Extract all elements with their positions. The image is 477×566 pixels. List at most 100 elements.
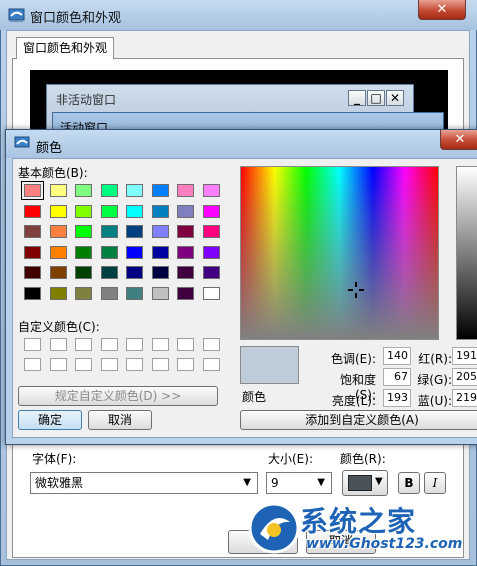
preview-inactive-title: 非活动窗口 — [56, 93, 117, 107]
bold-button[interactable]: B — [398, 472, 420, 494]
basic-color-swatch[interactable] — [100, 245, 118, 259]
custom-color-swatch[interactable] — [49, 358, 67, 371]
basic-color-swatch[interactable] — [75, 245, 92, 259]
basic-color-swatch[interactable] — [177, 266, 194, 279]
color-dialog-close-button[interactable]: ✕ — [440, 130, 477, 150]
basic-color-swatch[interactable] — [151, 286, 169, 300]
color-cancel-button[interactable]: 取消 — [88, 410, 152, 430]
basic-color-swatch[interactable] — [75, 225, 92, 238]
custom-color-swatch[interactable] — [24, 338, 41, 351]
color-ok-button[interactable]: 确定 — [18, 410, 82, 430]
basic-color-swatch[interactable] — [21, 181, 44, 200]
basic-color-swatch[interactable] — [126, 225, 143, 238]
custom-color-swatch[interactable] — [100, 358, 118, 371]
font-select[interactable]: 微软雅黑 ▼ — [30, 472, 258, 494]
basic-color-swatch[interactable] — [24, 225, 41, 238]
basic-color-swatch[interactable] — [24, 204, 41, 218]
add-to-custom-colors-button[interactable]: 添加到自定义颜色(A) — [240, 410, 477, 430]
basic-color-swatch[interactable] — [151, 245, 169, 259]
basic-color-swatch[interactable] — [24, 245, 41, 259]
basic-color-swatch[interactable] — [49, 225, 67, 238]
color-preview-swatch — [240, 346, 299, 384]
green-input[interactable]: 205 — [452, 368, 477, 386]
chevron-down-icon: ▼ — [317, 477, 325, 488]
custom-color-swatch[interactable] — [49, 338, 67, 351]
custom-color-swatch[interactable] — [100, 338, 118, 351]
basic-color-swatch[interactable] — [100, 184, 118, 197]
custom-color-swatch[interactable] — [202, 338, 220, 351]
basic-color-swatch[interactable] — [100, 204, 118, 218]
basic-color-swatch[interactable] — [75, 266, 92, 279]
watermark-logo-icon — [248, 502, 300, 554]
basic-color-swatch[interactable] — [202, 204, 220, 218]
green-label: 绿(G): — [417, 373, 452, 387]
hue-label: 色调(E): — [331, 352, 376, 366]
luminance-slider[interactable] — [456, 166, 477, 340]
custom-color-swatch[interactable] — [151, 358, 169, 371]
italic-button[interactable]: I — [424, 472, 446, 494]
basic-color-swatch[interactable] — [202, 184, 220, 197]
custom-color-swatch[interactable] — [202, 358, 220, 371]
custom-color-swatch[interactable] — [24, 358, 41, 371]
basic-color-swatch[interactable] — [177, 225, 194, 238]
basic-color-swatch[interactable] — [24, 266, 41, 279]
custom-colors-label: 自定义颜色(C): — [18, 320, 100, 334]
basic-color-swatch[interactable] — [202, 286, 220, 300]
preview-close-icon: ✕ — [386, 90, 404, 106]
chevron-down-icon: ▼ — [243, 477, 251, 488]
size-select[interactable]: 9 ▼ — [266, 472, 332, 494]
custom-color-swatch[interactable] — [151, 338, 169, 351]
basic-color-swatch[interactable] — [24, 286, 41, 300]
basic-color-swatch[interactable] — [151, 184, 169, 197]
watermark-brand: 系统之家 — [300, 505, 417, 538]
red-input[interactable]: 191 — [452, 347, 477, 365]
basic-colors-label: 基本颜色(B): — [18, 166, 88, 180]
custom-color-swatch[interactable] — [75, 338, 92, 351]
custom-color-swatch[interactable] — [177, 338, 194, 351]
basic-color-swatch[interactable] — [126, 286, 143, 300]
custom-color-swatch[interactable] — [126, 358, 143, 371]
color-dialog-title: 颜色 — [36, 141, 63, 156]
basic-color-swatch[interactable] — [49, 204, 67, 218]
basic-color-swatch[interactable] — [100, 286, 118, 300]
basic-color-swatch[interactable] — [49, 245, 67, 259]
basic-color-swatch[interactable] — [202, 225, 220, 238]
color-spectrum[interactable] — [240, 166, 439, 340]
basic-color-swatch[interactable] — [75, 286, 92, 300]
basic-color-swatch[interactable] — [126, 266, 143, 279]
basic-color-swatch[interactable] — [126, 204, 143, 218]
basic-color-swatch[interactable] — [75, 204, 92, 218]
chevron-down-icon: ▼ — [375, 476, 383, 487]
define-custom-colors-button[interactable]: 规定自定义颜色(D) >> — [18, 386, 218, 406]
basic-color-swatch[interactable] — [126, 245, 143, 259]
basic-color-swatch[interactable] — [151, 266, 169, 279]
luminance-label: 亮度(L): — [331, 394, 376, 408]
tab-window-color-appearance[interactable]: 窗口颜色和外观 — [16, 37, 114, 59]
font-select-value: 微软雅黑 — [35, 476, 84, 490]
color-dialog-titlebar[interactable] — [6, 130, 477, 158]
blue-label: 蓝(U): — [417, 394, 452, 408]
color-preview-label: 颜色 — [242, 390, 267, 404]
blue-input[interactable]: 219 — [452, 389, 477, 407]
crosshair-icon — [348, 282, 364, 298]
basic-color-swatch[interactable] — [202, 266, 220, 279]
custom-color-swatch[interactable] — [177, 358, 194, 371]
basic-color-swatch[interactable] — [177, 286, 194, 300]
basic-color-swatch[interactable] — [202, 245, 220, 259]
custom-color-swatch[interactable] — [75, 358, 92, 371]
basic-color-swatch[interactable] — [126, 184, 143, 197]
basic-color-swatch[interactable] — [177, 184, 194, 197]
basic-color-swatch[interactable] — [177, 204, 194, 218]
preview-maximize-icon: □ — [367, 90, 385, 106]
basic-color-swatch[interactable] — [151, 225, 169, 238]
basic-color-swatch[interactable] — [49, 184, 67, 197]
basic-color-swatch[interactable] — [49, 286, 67, 300]
basic-color-swatch[interactable] — [100, 225, 118, 238]
custom-color-swatch[interactable] — [126, 338, 143, 351]
basic-color-swatch[interactable] — [177, 245, 194, 259]
basic-color-swatch[interactable] — [100, 266, 118, 279]
appearance-close-button[interactable]: ✕ — [418, 0, 466, 20]
basic-color-swatch[interactable] — [75, 184, 92, 197]
basic-color-swatch[interactable] — [49, 266, 67, 279]
basic-color-swatch[interactable] — [151, 204, 169, 218]
